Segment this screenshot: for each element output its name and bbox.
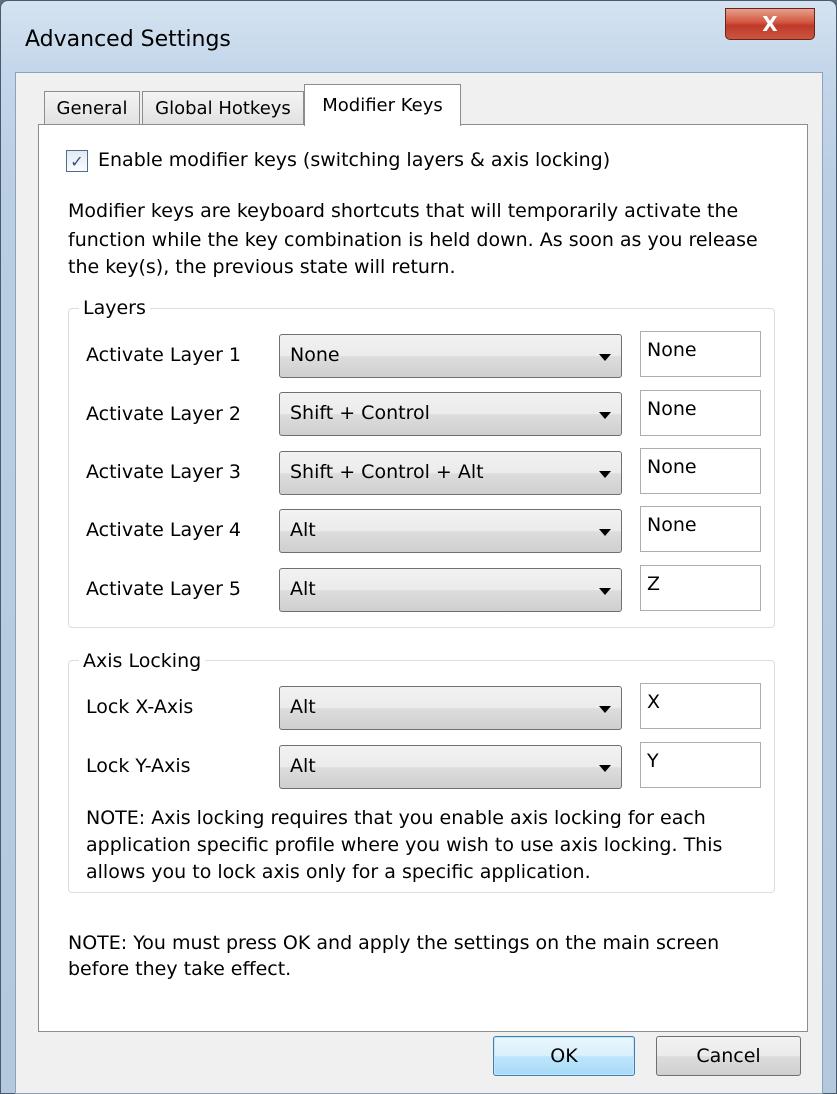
- description-line-2: function while the key combination is he…: [68, 229, 758, 251]
- tab-general-label: General: [56, 98, 128, 119]
- axis-note-line-1: NOTE: Axis locking requires that you ena…: [86, 807, 706, 829]
- layer-3-label: Activate Layer 3: [86, 461, 242, 483]
- lock-y-axis-modifier-value: Alt: [290, 755, 316, 777]
- layer-4-modifier-value: Alt: [290, 519, 316, 541]
- enable-modifier-keys-label: Enable modifier keys (switching layers &…: [98, 149, 611, 171]
- layer-1-modifier-dropdown[interactable]: None: [279, 334, 622, 378]
- ok-button[interactable]: OK: [493, 1036, 635, 1076]
- dropdown-arrow-icon: [599, 471, 611, 478]
- axis-note-line-2: application specific profile where you w…: [86, 834, 723, 856]
- lock-x-axis-key-field[interactable]: X: [640, 683, 761, 729]
- dropdown-arrow-icon: [599, 354, 611, 361]
- tab-global-hotkeys[interactable]: Global Hotkeys: [142, 91, 304, 125]
- layer-4-modifier-dropdown[interactable]: Alt: [279, 509, 622, 553]
- axis-locking-group-label: Axis Locking: [79, 649, 206, 673]
- tab-general[interactable]: General: [44, 91, 140, 125]
- dropdown-arrow-icon: [599, 412, 611, 419]
- layer-1-label: Activate Layer 1: [86, 344, 242, 366]
- cancel-button-label: Cancel: [696, 1045, 761, 1067]
- layer-5-modifier-value: Alt: [290, 578, 316, 600]
- layer-1-modifier-value: None: [290, 344, 340, 366]
- layers-group-label: Layers: [79, 296, 150, 320]
- checkmark-icon: ✓: [70, 151, 84, 171]
- close-button[interactable]: X: [725, 8, 815, 40]
- dropdown-arrow-icon: [599, 765, 611, 772]
- lock-y-axis-label: Lock Y-Axis: [86, 755, 191, 777]
- close-icon: X: [762, 12, 778, 36]
- description-line-3: the key(s), the previous state will retu…: [68, 256, 456, 278]
- bottom-note-line-1: NOTE: You must press OK and apply the se…: [68, 932, 720, 954]
- lock-y-axis-modifier-dropdown[interactable]: Alt: [279, 745, 622, 789]
- ok-button-label: OK: [550, 1045, 578, 1067]
- layer-2-modifier-dropdown[interactable]: Shift + Control: [279, 392, 622, 436]
- layer-2-label: Activate Layer 2: [86, 403, 242, 425]
- dropdown-arrow-icon: [599, 588, 611, 595]
- axis-note-line-3: allows you to lock axis only for a speci…: [86, 861, 591, 883]
- layer-2-modifier-value: Shift + Control: [290, 402, 430, 424]
- layer-3-modifier-dropdown[interactable]: Shift + Control + Alt: [279, 451, 622, 495]
- window-title: Advanced Settings: [25, 27, 231, 52]
- bottom-note-line-2: before they take effect.: [68, 958, 292, 980]
- lock-y-axis-key-field[interactable]: Y: [640, 742, 761, 788]
- enable-modifier-keys-checkbox[interactable]: ✓: [66, 150, 88, 172]
- tab-modifier-keys[interactable]: Modifier Keys: [304, 84, 461, 126]
- layer-3-modifier-value: Shift + Control + Alt: [290, 461, 484, 483]
- layer-1-key-field[interactable]: None: [640, 331, 761, 377]
- tab-global-hotkeys-label: Global Hotkeys: [155, 98, 291, 119]
- dropdown-arrow-icon: [599, 706, 611, 713]
- layer-4-key-field[interactable]: None: [640, 506, 761, 552]
- layer-5-modifier-dropdown[interactable]: Alt: [279, 568, 622, 612]
- layer-5-key-field[interactable]: Z: [640, 565, 761, 611]
- layer-5-label: Activate Layer 5: [86, 578, 242, 600]
- layer-2-key-field[interactable]: None: [640, 390, 761, 436]
- cancel-button[interactable]: Cancel: [656, 1036, 801, 1076]
- layer-3-key-field[interactable]: None: [640, 448, 761, 494]
- tab-modifier-keys-label: Modifier Keys: [322, 95, 443, 116]
- lock-x-axis-label: Lock X-Axis: [86, 696, 194, 718]
- description-line-1: Modifier keys are keyboard shortcuts tha…: [68, 200, 739, 222]
- lock-x-axis-modifier-value: Alt: [290, 696, 316, 718]
- dropdown-arrow-icon: [599, 529, 611, 536]
- layer-4-label: Activate Layer 4: [86, 519, 242, 541]
- lock-x-axis-modifier-dropdown[interactable]: Alt: [279, 686, 622, 730]
